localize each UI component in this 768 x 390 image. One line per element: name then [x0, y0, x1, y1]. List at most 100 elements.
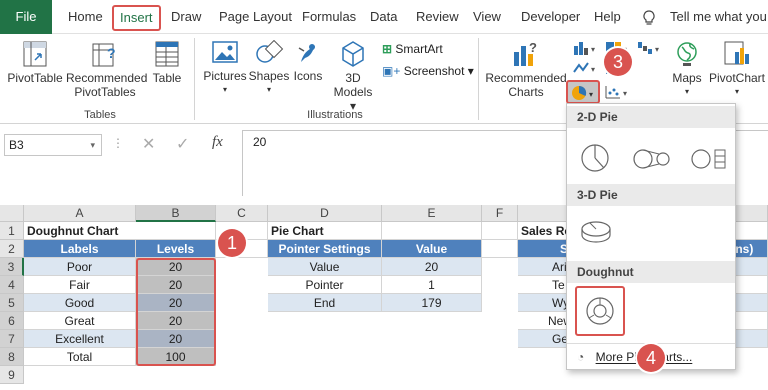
smartart-button[interactable]: ⊞ SmartArt — [382, 40, 443, 58]
svg-text:▾: ▾ — [623, 89, 627, 98]
column-header-d[interactable]: D — [268, 205, 382, 222]
enter-icon[interactable]: ✓ — [176, 134, 189, 154]
pie-of-pie-icon — [633, 149, 670, 169]
screenshot-button[interactable]: ▣+ Screenshot ▾ — [382, 62, 474, 80]
pie-of-pie-option[interactable] — [633, 146, 671, 175]
name-box-value: B3 — [9, 138, 24, 152]
waterfall-chart-button[interactable]: ▾ — [636, 40, 662, 59]
maps-button[interactable]: Maps ▾ — [670, 40, 704, 99]
section-2d-pie: 2-D Pie — [567, 106, 735, 128]
tab-draw[interactable]: Draw — [171, 0, 201, 34]
recommended-charts-icon: ? — [514, 40, 537, 66]
column-header-f[interactable]: F — [482, 205, 518, 222]
cell-a7[interactable]: Excellent — [24, 330, 136, 348]
tab-page-layout[interactable]: Page Layout — [219, 0, 292, 34]
recommended-pivottables-button[interactable]: ? Recommended PivotTables — [66, 40, 147, 99]
doughnut-option[interactable] — [575, 286, 625, 336]
pie-2d-option[interactable] — [579, 142, 611, 177]
cell-a1[interactable]: Doughnut Chart — [24, 222, 136, 240]
shapes-button[interactable]: Shapes ▾ — [248, 40, 290, 97]
3d-models-button[interactable]: 3D Models ▾ — [330, 40, 376, 113]
column-header-e[interactable]: E — [382, 205, 482, 222]
lightbulb-icon — [643, 10, 655, 29]
tab-formulas[interactable]: Formulas — [302, 0, 356, 34]
tab-developer[interactable]: Developer — [521, 0, 580, 34]
column-header-a[interactable]: A — [24, 205, 136, 222]
cell-e5[interactable]: 179 — [382, 294, 482, 312]
pivottable-label: PivotTable — [7, 71, 63, 85]
column-chart-button[interactable]: ▾ — [572, 40, 598, 59]
row-header-1[interactable]: 1 — [0, 222, 24, 240]
waterfall-chart-icon: ▾ — [638, 42, 659, 54]
cell-d4[interactable]: Pointer — [268, 276, 382, 294]
cell-e3[interactable]: 20 — [382, 258, 482, 276]
cell-b2[interactable]: Levels — [136, 240, 216, 258]
row-header-6[interactable]: 6 — [0, 312, 24, 330]
cell-a5[interactable]: Good — [24, 294, 136, 312]
cell-a3[interactable]: Poor — [24, 258, 136, 276]
cell-e2[interactable]: Value — [382, 240, 482, 258]
row-header-8[interactable]: 8 — [0, 348, 24, 366]
cell-a6[interactable]: Great — [24, 312, 136, 330]
tab-data[interactable]: Data — [370, 0, 397, 34]
cell-f1[interactable] — [482, 222, 518, 240]
svg-text:▾: ▾ — [591, 45, 595, 54]
recommended-charts-button[interactable]: ? Recommended Charts — [484, 40, 568, 99]
icons-button[interactable]: Icons — [290, 40, 326, 83]
tab-file[interactable]: File — [0, 0, 52, 34]
row-header-2[interactable]: 2 — [0, 240, 24, 258]
cell-b1[interactable] — [136, 222, 216, 240]
bar-of-pie-option[interactable] — [691, 146, 729, 175]
tell-me-search[interactable]: Tell me what you w — [670, 0, 768, 34]
cell-d2[interactable]: Pointer Settings — [268, 240, 382, 258]
pivotchart-button[interactable]: PivotChart ▾ — [706, 40, 768, 99]
pie-icon — [581, 144, 609, 172]
doughnut-icon — [586, 297, 614, 325]
pie-3d-option[interactable] — [579, 218, 613, 247]
cell-a4[interactable]: Fair — [24, 276, 136, 294]
row-header-7[interactable]: 7 — [0, 330, 24, 348]
chevron-down-icon: ▾ — [222, 85, 227, 94]
row-header-3[interactable]: 3 — [0, 258, 24, 276]
chevron-down-icon: ▾ — [266, 85, 271, 94]
cell-d1[interactable]: Pie Chart — [268, 222, 382, 240]
globe-icon — [677, 42, 697, 66]
row-header-4[interactable]: 4 — [0, 276, 24, 294]
row-header-5[interactable]: 5 — [0, 294, 24, 312]
cell-f2[interactable] — [482, 240, 518, 258]
cube-icon — [342, 41, 364, 67]
tab-insert[interactable]: Insert — [112, 5, 161, 31]
select-all-corner[interactable] — [0, 205, 24, 222]
tab-review[interactable]: Review — [416, 0, 459, 34]
line-chart-button[interactable]: ▾ — [572, 60, 598, 79]
smartart-label: SmartArt — [395, 42, 443, 56]
column-header-b[interactable]: B — [136, 205, 216, 222]
cell-d5[interactable]: End — [268, 294, 382, 312]
insert-function-button[interactable]: fx — [212, 134, 223, 151]
table-button[interactable]: Table — [148, 40, 186, 85]
cell-a8[interactable]: Total — [24, 348, 136, 366]
ribbon-tab-bar: File Home Insert Draw Page Layout Formul… — [0, 0, 768, 66]
cell-a2[interactable]: Labels — [24, 240, 136, 258]
row-header-9[interactable]: 9 — [0, 366, 24, 384]
cell-e1[interactable] — [382, 222, 482, 240]
more-pie-charts-link[interactable]: ◔ More Pie Charts... — [577, 348, 692, 366]
cell-e4[interactable]: 1 — [382, 276, 482, 294]
shapes-icon — [256, 40, 284, 63]
cell-d3[interactable]: Value — [268, 258, 382, 276]
step-badge-1: 1 — [218, 229, 246, 257]
pie-chart-button[interactable]: ▾ — [566, 80, 600, 104]
table-label: Table — [152, 71, 182, 85]
cancel-icon[interactable]: ✕ — [142, 134, 155, 154]
tab-home[interactable]: Home — [68, 0, 103, 34]
maps-label: Maps — [672, 71, 702, 85]
tab-help[interactable]: Help — [594, 0, 621, 34]
pivottable-button[interactable]: PivotTable — [6, 40, 64, 85]
name-box[interactable]: B3 ▾ — [4, 134, 102, 156]
column-header-c[interactable]: C — [216, 205, 268, 222]
tab-view[interactable]: View — [473, 0, 501, 34]
pictures-button[interactable]: Pictures ▾ — [202, 40, 248, 97]
pie-3d-icon — [581, 221, 611, 243]
scatter-chart-button[interactable]: ▾ — [604, 84, 630, 103]
chevron-down-icon: ▾ — [684, 87, 689, 96]
